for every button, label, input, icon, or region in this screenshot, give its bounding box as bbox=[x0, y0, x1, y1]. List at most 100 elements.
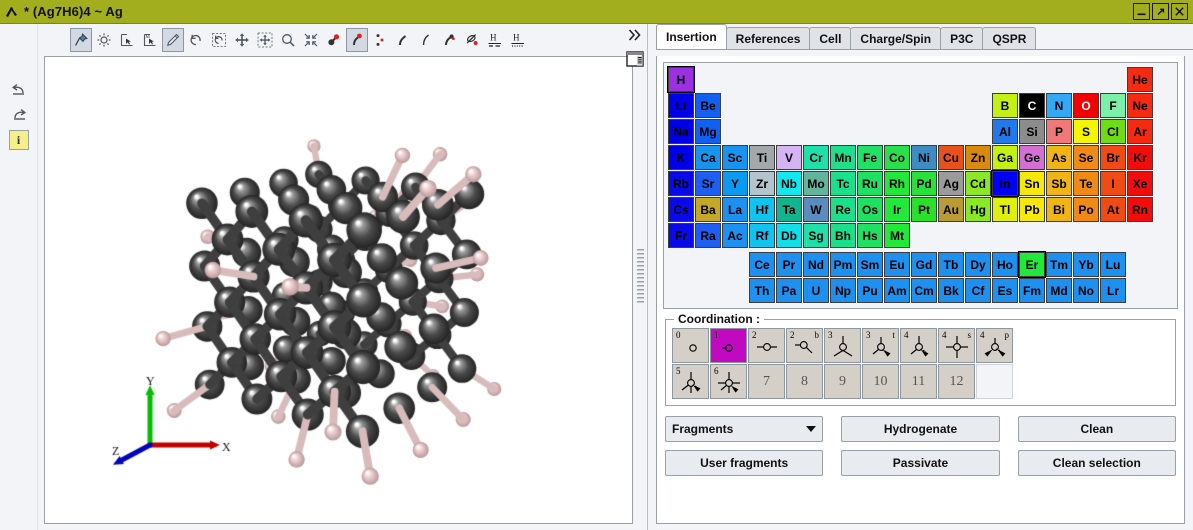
element-ac[interactable]: Ac bbox=[722, 223, 748, 248]
move-selection-icon[interactable] bbox=[254, 28, 276, 52]
rotate-ccw-icon[interactable] bbox=[185, 28, 207, 52]
coord-9[interactable]: 9 bbox=[824, 364, 861, 399]
element-ce[interactable]: Ce bbox=[749, 252, 775, 277]
element-na[interactable]: Na bbox=[668, 119, 694, 144]
element-zn[interactable]: Zn bbox=[965, 145, 991, 170]
tab-qspr[interactable]: QSPR bbox=[982, 27, 1036, 49]
element-ne[interactable]: Ne bbox=[1127, 93, 1153, 118]
coord-4p[interactable]: 4p bbox=[976, 328, 1013, 363]
element-nb[interactable]: Nb bbox=[776, 171, 802, 196]
element-rh[interactable]: Rh bbox=[884, 171, 910, 196]
element-ga[interactable]: Ga bbox=[992, 145, 1018, 170]
molecule-viewport[interactable] bbox=[44, 56, 633, 524]
element-pa[interactable]: Pa bbox=[776, 278, 802, 303]
element-ar[interactable]: Ar bbox=[1127, 119, 1153, 144]
coord-1[interactable]: 1 bbox=[710, 328, 747, 363]
element-be[interactable]: Be bbox=[695, 93, 721, 118]
element-bi[interactable]: Bi bbox=[1046, 197, 1072, 222]
element-os[interactable]: Os bbox=[857, 197, 883, 222]
coord-2b[interactable]: 2b bbox=[786, 328, 823, 363]
element-cs[interactable]: Cs bbox=[668, 197, 694, 222]
element-pt[interactable]: Pt bbox=[911, 197, 937, 222]
element-md[interactable]: Md bbox=[1046, 278, 1072, 303]
splitter-grip[interactable] bbox=[637, 249, 644, 305]
element-th[interactable]: Th bbox=[749, 278, 775, 303]
element-cf[interactable]: Cf bbox=[965, 278, 991, 303]
fragments-dropdown[interactable]: Fragments bbox=[665, 416, 823, 442]
coord-7[interactable]: 7 bbox=[748, 364, 785, 399]
close-button[interactable] bbox=[1171, 3, 1188, 20]
element-pu[interactable]: Pu bbox=[857, 278, 883, 303]
clean-selection-button[interactable]: Clean selection bbox=[1018, 450, 1176, 476]
element-es[interactable]: Es bbox=[992, 278, 1018, 303]
element-sn[interactable]: Sn bbox=[1019, 171, 1045, 196]
element-ba[interactable]: Ba bbox=[695, 197, 721, 222]
terminal-bond-icon[interactable] bbox=[438, 28, 460, 52]
coord-4s[interactable]: 4s bbox=[938, 328, 975, 363]
element-as[interactable]: As bbox=[1046, 145, 1072, 170]
element-in[interactable]: In bbox=[992, 171, 1018, 196]
panel-layout-icon[interactable] bbox=[626, 51, 644, 67]
element-fe[interactable]: Fe bbox=[857, 145, 883, 170]
coord-4[interactable]: 4 bbox=[900, 328, 937, 363]
element-co[interactable]: Co bbox=[884, 145, 910, 170]
element-u[interactable]: U bbox=[803, 278, 829, 303]
element-fr[interactable]: Fr bbox=[668, 223, 694, 248]
pencil-icon[interactable] bbox=[162, 28, 184, 52]
molecule-canvas[interactable] bbox=[45, 57, 632, 523]
element-se[interactable]: Se bbox=[1073, 145, 1099, 170]
clean-button[interactable]: Clean bbox=[1018, 416, 1176, 442]
element-br[interactable]: Br bbox=[1100, 145, 1126, 170]
element-mn[interactable]: Mn bbox=[830, 145, 856, 170]
coord-5[interactable]: 5 bbox=[672, 364, 709, 399]
element-mt[interactable]: Mt bbox=[884, 223, 910, 248]
element-li[interactable]: Li bbox=[668, 93, 694, 118]
h-dashed-icon[interactable]: H bbox=[484, 28, 506, 52]
element-sc[interactable]: Sc bbox=[722, 145, 748, 170]
element-ge[interactable]: Ge bbox=[1019, 145, 1045, 170]
shrink-arrows-icon[interactable] bbox=[300, 28, 322, 52]
element-zr[interactable]: Zr bbox=[749, 171, 775, 196]
element-am[interactable]: Am bbox=[884, 278, 910, 303]
coord-10[interactable]: 10 bbox=[862, 364, 899, 399]
atom-pair-icon[interactable] bbox=[323, 28, 345, 52]
element-lu[interactable]: Lu bbox=[1100, 252, 1126, 277]
magnifier-icon[interactable] bbox=[277, 28, 299, 52]
user-fragments-button[interactable]: User fragments bbox=[665, 450, 823, 476]
element-mg[interactable]: Mg bbox=[695, 119, 721, 144]
element-n[interactable]: N bbox=[1046, 93, 1072, 118]
element-cm[interactable]: Cm bbox=[911, 278, 937, 303]
element-hf[interactable]: Hf bbox=[749, 197, 775, 222]
element-hg[interactable]: Hg bbox=[965, 197, 991, 222]
element-al[interactable]: Al bbox=[992, 119, 1018, 144]
element-la[interactable]: La bbox=[722, 197, 748, 222]
rotate-selection-icon[interactable] bbox=[208, 28, 230, 52]
curved-bond-icon[interactable] bbox=[415, 28, 437, 52]
element-no[interactable]: No bbox=[1073, 278, 1099, 303]
element-ti[interactable]: Ti bbox=[749, 145, 775, 170]
hydrogenate-button[interactable]: Hydrogenate bbox=[841, 416, 999, 442]
element-ag[interactable]: Ag bbox=[938, 171, 964, 196]
element-yb[interactable]: Yb bbox=[1073, 252, 1099, 277]
element-si[interactable]: Si bbox=[1019, 119, 1045, 144]
info-button[interactable]: i bbox=[9, 130, 29, 150]
element-re[interactable]: Re bbox=[830, 197, 856, 222]
maximize-button[interactable] bbox=[1152, 3, 1169, 20]
element-hs[interactable]: Hs bbox=[857, 223, 883, 248]
element-ir[interactable]: Ir bbox=[884, 197, 910, 222]
element-p[interactable]: P bbox=[1046, 119, 1072, 144]
element-at[interactable]: At bbox=[1100, 197, 1126, 222]
element-er[interactable]: Er bbox=[1019, 252, 1045, 277]
passivate-button[interactable]: Passivate bbox=[841, 450, 999, 476]
element-db[interactable]: Db bbox=[776, 223, 802, 248]
element-te[interactable]: Te bbox=[1073, 171, 1099, 196]
element-bh[interactable]: Bh bbox=[830, 223, 856, 248]
element-fm[interactable]: Fm bbox=[1019, 278, 1045, 303]
element-cu[interactable]: Cu bbox=[938, 145, 964, 170]
redo-button[interactable] bbox=[9, 105, 29, 125]
bond-icon[interactable] bbox=[346, 28, 368, 52]
select-molecule-icon[interactable]: M bbox=[139, 28, 161, 52]
element-ta[interactable]: Ta bbox=[776, 197, 802, 222]
element-sr[interactable]: Sr bbox=[695, 171, 721, 196]
coord-3t[interactable]: 3t bbox=[862, 328, 899, 363]
